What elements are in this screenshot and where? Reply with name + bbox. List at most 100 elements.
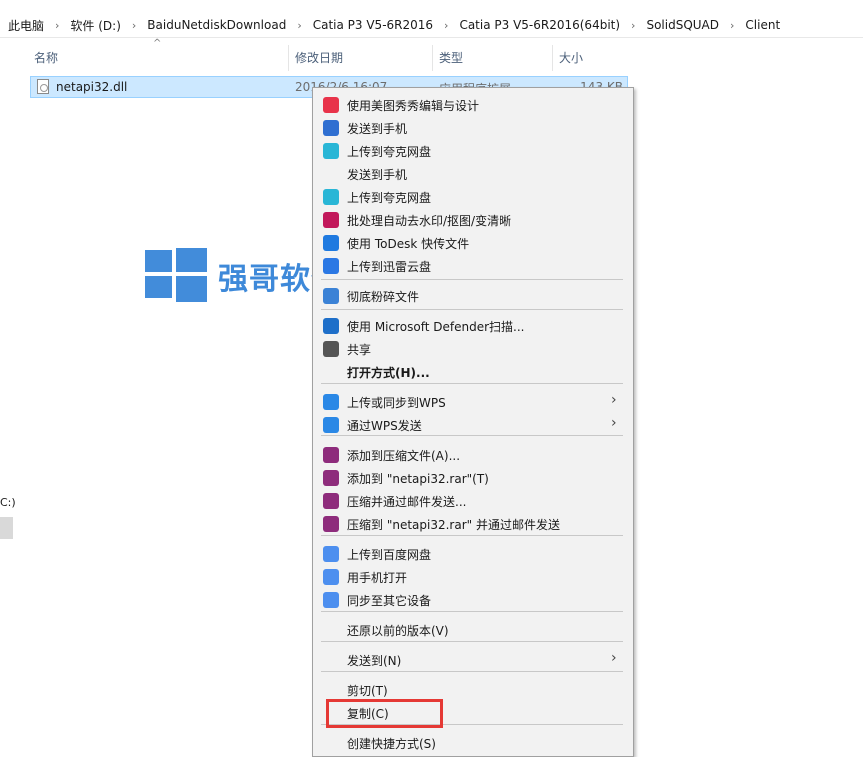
menu-item-label: 用手机打开 <box>347 571 408 585</box>
column-divider[interactable] <box>432 45 433 71</box>
menu-item-compress-rar-email[interactable]: 压缩到 "netapi32.rar" 并通过邮件发送 <box>313 512 633 535</box>
submenu-chevron-icon: › <box>611 650 617 666</box>
baidu-netdisk-icon <box>323 569 339 585</box>
menu-item-wps-sync[interactable]: 上传或同步到WPS › <box>313 390 633 413</box>
breadcrumb-item[interactable]: 软件 (D:) <box>68 17 122 34</box>
menu-item-shred[interactable]: 彻底粉碎文件 <box>313 284 633 307</box>
menu-item-label: 还原以前的版本(V) <box>347 624 449 638</box>
wps-cloud-icon <box>323 394 339 410</box>
wps-send-icon <box>323 417 339 433</box>
chevron-right-icon[interactable]: › <box>721 19 743 32</box>
menu-item-baidu-upload[interactable]: 上传到百度网盘 <box>313 542 633 565</box>
menu-item-label: 添加到 "netapi32.rar"(T) <box>347 472 489 486</box>
menu-item-add-archive[interactable]: 添加到压缩文件(A)... <box>313 443 633 466</box>
column-header-date[interactable]: 修改日期 <box>295 44 343 71</box>
menu-item-wps-send[interactable]: 通过WPS发送 › <box>313 413 633 436</box>
chevron-right-icon[interactable]: › <box>288 19 310 32</box>
breadcrumb-item[interactable]: 此电脑 <box>6 17 46 34</box>
menu-separator <box>321 535 623 536</box>
quark-cloud-icon <box>323 143 339 159</box>
menu-item-xunlei[interactable]: 上传到迅雷云盘 <box>313 254 633 277</box>
menu-item-cut[interactable]: 剪切(T) <box>313 678 633 701</box>
menu-item-label: 上传到夸克网盘 <box>347 145 432 159</box>
column-divider[interactable] <box>552 45 553 71</box>
menu-item-label: 上传或同步到WPS <box>347 396 446 410</box>
winrar-icon <box>323 493 339 509</box>
menu-separator <box>321 671 623 672</box>
chevron-right-icon[interactable]: › <box>123 19 145 32</box>
breadcrumb: 此电脑 › 软件 (D:) › BaiduNetdiskDownload › C… <box>6 16 782 34</box>
menu-item-send-to[interactable]: 发送到(N) › <box>313 648 633 671</box>
menu-item-label: 批处理自动去水印/抠图/变清晰 <box>347 214 512 228</box>
menu-item-todesk[interactable]: 使用 ToDesk 快传文件 <box>313 231 633 254</box>
winrar-icon <box>323 447 339 463</box>
menu-item-defender-scan[interactable]: 使用 Microsoft Defender扫描... <box>313 314 633 337</box>
menu-separator <box>321 641 623 642</box>
menu-item-label: 发送到(N) <box>347 654 402 668</box>
windows-logo-icon <box>145 248 207 302</box>
quark-cloud-icon <box>323 189 339 205</box>
column-header-size[interactable]: 大小 <box>559 44 583 71</box>
menu-item-label: 创建快捷方式(S) <box>347 737 436 751</box>
breadcrumb-item[interactable]: BaiduNetdiskDownload <box>145 18 288 32</box>
column-header-label: 大小 <box>559 51 584 65</box>
menu-item-batch-watermark[interactable]: 批处理自动去水印/抠图/变清晰 <box>313 208 633 231</box>
menu-item-label: 剪切(T) <box>347 684 388 698</box>
menu-separator <box>321 383 623 384</box>
share-icon <box>323 341 339 357</box>
menu-item-compress-email[interactable]: 压缩并通过邮件发送... <box>313 489 633 512</box>
menu-item-label: 上传到迅雷云盘 <box>347 260 432 274</box>
divider <box>0 37 863 38</box>
menu-item-quark-upload[interactable]: 上传到夸克网盘 <box>313 139 633 162</box>
defender-shield-icon <box>323 318 339 334</box>
todesk-icon <box>323 235 339 251</box>
menu-separator <box>321 309 623 310</box>
column-header-type[interactable]: 类型 <box>439 44 463 71</box>
menu-item-send-to-phone-2[interactable]: 发送到手机 <box>313 162 633 185</box>
menu-item-open-with[interactable]: 打开方式(H)... <box>313 360 633 383</box>
breadcrumb-item[interactable]: Client <box>743 18 782 32</box>
menu-item-label: 上传到百度网盘 <box>347 548 432 562</box>
menu-item-label: 打开方式(H)... <box>347 366 430 380</box>
menu-item-label: 使用 ToDesk 快传文件 <box>347 237 470 251</box>
winrar-icon <box>323 470 339 486</box>
dll-file-icon <box>37 79 49 94</box>
nav-pane-label[interactable]: C:) <box>0 496 16 509</box>
sort-ascending-icon: ^ <box>153 38 162 49</box>
chevron-right-icon[interactable]: › <box>622 19 644 32</box>
menu-separator <box>321 279 623 280</box>
menu-item-open-on-phone[interactable]: 用手机打开 <box>313 565 633 588</box>
menu-separator <box>321 435 623 436</box>
breadcrumb-item[interactable]: Catia P3 V5-6R2016(64bit) <box>457 18 622 32</box>
menu-item-label: 通过WPS发送 <box>347 419 422 433</box>
address-bar[interactable]: 此电脑 › 软件 (D:) › BaiduNetdiskDownload › C… <box>0 0 863 48</box>
column-header-label: 修改日期 <box>295 51 344 65</box>
menu-item-create-shortcut[interactable]: 创建快捷方式(S) <box>313 731 633 754</box>
chevron-right-icon[interactable]: › <box>46 19 68 32</box>
menu-item-send-to-phone[interactable]: 发送到手机 <box>313 116 633 139</box>
baidu-netdisk-icon <box>323 592 339 608</box>
menu-item-add-rar[interactable]: 添加到 "netapi32.rar"(T) <box>313 466 633 489</box>
meitu-icon <box>323 97 339 113</box>
menu-item-sync-devices[interactable]: 同步至其它设备 <box>313 588 633 611</box>
column-header-label: 类型 <box>439 51 464 65</box>
menu-item-meitu[interactable]: 使用美图秀秀编辑与设计 <box>313 93 633 116</box>
breadcrumb-item[interactable]: SolidSQUAD <box>644 18 721 32</box>
column-header-name[interactable]: 名称 <box>34 44 58 71</box>
xunlei-icon <box>323 258 339 274</box>
baidu-netdisk-icon <box>323 546 339 562</box>
nav-pane-scrollbar[interactable] <box>0 517 13 539</box>
menu-item-quark-upload-2[interactable]: 上传到夸克网盘 <box>313 185 633 208</box>
breadcrumb-item[interactable]: Catia P3 V5-6R2016 <box>311 18 435 32</box>
chevron-right-icon[interactable]: › <box>435 19 457 32</box>
menu-item-share[interactable]: 共享 <box>313 337 633 360</box>
menu-item-label: 彻底粉碎文件 <box>347 290 420 304</box>
menu-item-restore-versions[interactable]: 还原以前的版本(V) <box>313 618 633 641</box>
phone-send-icon <box>323 120 339 136</box>
menu-item-label: 添加到压缩文件(A)... <box>347 449 461 463</box>
menu-item-label: 使用美图秀秀编辑与设计 <box>347 99 480 113</box>
winrar-icon <box>323 516 339 532</box>
column-header-label: 名称 <box>34 51 59 65</box>
menu-item-label: 上传到夸克网盘 <box>347 191 432 205</box>
column-divider[interactable] <box>288 45 289 71</box>
